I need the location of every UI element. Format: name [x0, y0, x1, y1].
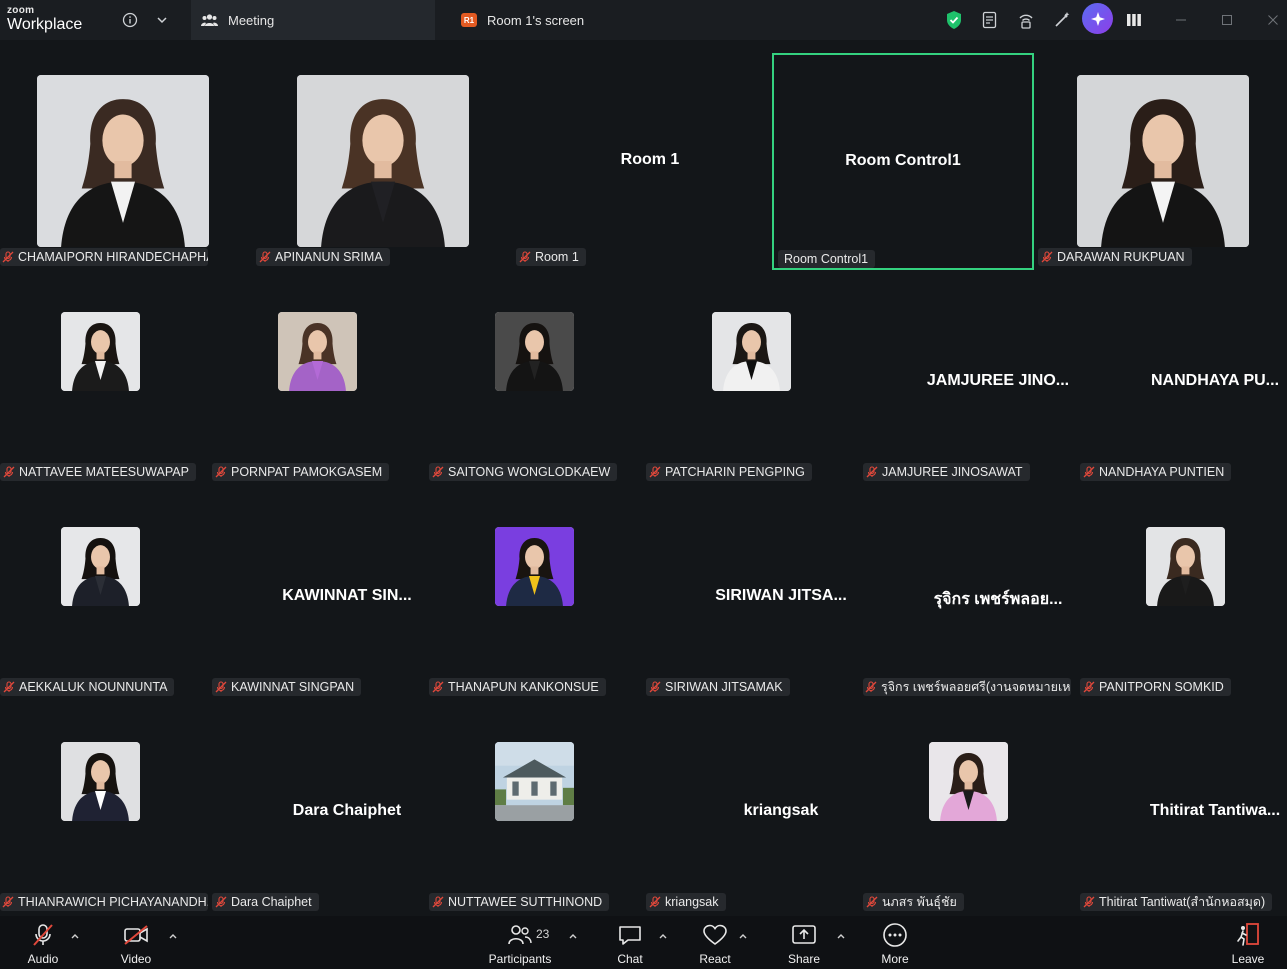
name-tag: kriangsak	[646, 893, 726, 911]
name-tag: Thitirat Tantiwat(สำนักหอสมุด)	[1080, 893, 1273, 911]
heart-icon	[700, 920, 730, 950]
brand-bottom: Workplace	[7, 16, 83, 33]
video-button[interactable]: Video	[116, 916, 156, 969]
muted-mic-icon	[1082, 896, 1095, 909]
more-button[interactable]: More	[877, 916, 913, 969]
view-layout-icon[interactable]	[1123, 9, 1145, 31]
share-button[interactable]: Share	[784, 916, 824, 969]
chat-options-caret-icon[interactable]	[657, 930, 669, 942]
meeting-controls-toolbar: Audio Video Participants 23 Chat React S…	[0, 916, 1287, 969]
share-options-caret-icon[interactable]	[835, 930, 847, 942]
more-label: More	[881, 952, 909, 966]
name-tag: NUTTAWEE SUTTHINOND	[429, 893, 610, 911]
chat-icon	[615, 920, 645, 950]
audio-button[interactable]: Audio	[22, 916, 64, 969]
zoom-meeting-window: zoom Workplace Meeting R1 Room 1's scree…	[0, 0, 1287, 969]
participants-icon	[201, 13, 218, 27]
participant-photo	[712, 312, 791, 391]
participant-photo	[297, 75, 469, 247]
video-grid: CHAMAIPORN HIRANDECHAPHAT APINANUN SRIMA R…	[0, 40, 1287, 916]
muted-mic-icon	[431, 896, 444, 909]
participant-display-name: Thitirat Tantiwa...	[1149, 802, 1281, 819]
audio-options-caret-icon[interactable]	[69, 930, 81, 942]
edit-magic-icon[interactable]	[1051, 9, 1073, 31]
share-label: Share	[787, 952, 821, 966]
participant-name: kriangsak	[665, 895, 719, 909]
chat-button[interactable]: Chat	[612, 916, 648, 969]
participant-photo	[61, 742, 140, 821]
leave-button[interactable]: Leave	[1228, 916, 1268, 969]
participants-label: Participants	[488, 952, 552, 966]
video-off-icon	[121, 920, 151, 950]
brand-top: zoom	[7, 5, 35, 16]
participant-tile[interactable]: Room 1 Room 1	[516, 40, 780, 266]
muted-mic-icon	[648, 896, 661, 909]
tab-room-1-screen-label: Room 1's screen	[487, 12, 585, 28]
participant-photo	[495, 527, 574, 606]
shield-icon[interactable]	[943, 9, 965, 31]
participant-name: NUTTAWEE SUTTHINOND	[448, 895, 603, 909]
participant-photo	[929, 742, 1008, 821]
tab-meeting[interactable]: Meeting	[191, 0, 435, 40]
participants-button[interactable]: Participants	[486, 916, 554, 969]
video-options-caret-icon[interactable]	[167, 930, 179, 942]
react-options-caret-icon[interactable]	[737, 930, 749, 942]
participant-photo	[37, 75, 209, 247]
room-badge: R1	[461, 13, 477, 27]
participant-name: นภสร พันธุ์ชัย	[882, 895, 957, 909]
react-label: React	[699, 952, 731, 966]
share-screen-icon	[789, 920, 819, 950]
ai-companion-icon[interactable]	[1082, 3, 1113, 34]
participant-tile[interactable]: DARAWAN RUKPUAN	[1038, 40, 1287, 266]
participant-tile[interactable]: NANDHAYA PU... NANDHAYA PUNTIEN	[1080, 255, 1287, 481]
connection-icon[interactable]	[1015, 9, 1037, 31]
participant-tile[interactable]: Thitirat Tantiwa... Thitirat Tantiwat(สำน…	[1080, 685, 1287, 911]
participants-options-caret-icon[interactable]	[567, 930, 579, 942]
react-button[interactable]: React	[694, 916, 736, 969]
name-tag: Dara Chaiphet	[212, 893, 319, 911]
participant-tile[interactable]: CHAMAIPORN HIRANDECHAPHAT	[0, 40, 260, 266]
minimize-icon[interactable]	[1171, 10, 1191, 30]
participant-display-name: Room 1	[620, 151, 680, 168]
maximize-icon[interactable]	[1217, 10, 1237, 30]
tab-meeting-label: Meeting	[228, 12, 275, 28]
zoom-workplace-logo: zoom Workplace	[7, 6, 82, 33]
participant-name: Dara Chaiphet	[231, 895, 312, 909]
participant-photo	[61, 527, 140, 606]
leave-label: Leave	[1231, 952, 1265, 966]
close-icon[interactable]	[1263, 10, 1283, 30]
leave-door-icon	[1233, 920, 1263, 950]
tab-room-1-screen[interactable]: R1 Room 1's screen	[452, 0, 584, 40]
name-tag: นภสร พันธุ์ชัย	[863, 893, 964, 911]
participant-tile[interactable]: Room Control1 Room Control1	[772, 53, 1034, 270]
participant-photo	[1146, 527, 1225, 606]
participant-photo	[278, 312, 357, 391]
chevron-down-icon[interactable]	[151, 9, 173, 31]
participant-count: 23	[536, 927, 550, 941]
participants-icon	[505, 920, 535, 950]
muted-mic-icon	[865, 896, 878, 909]
info-icon[interactable]	[119, 9, 141, 31]
title-bar: zoom Workplace Meeting R1 Room 1's scree…	[0, 0, 1287, 40]
participant-photo	[495, 312, 574, 391]
name-tag: THIANRAWICH PICHAYANANDH...	[0, 893, 208, 911]
muted-mic-icon	[214, 896, 227, 909]
participant-photo	[1077, 75, 1249, 247]
chat-label: Chat	[617, 952, 643, 966]
muted-microphone-icon	[28, 920, 58, 950]
building-photo	[495, 742, 574, 821]
more-icon	[880, 920, 910, 950]
participant-name: THIANRAWICH PICHAYANANDH...	[18, 895, 208, 909]
muted-mic-icon	[2, 896, 14, 909]
participant-display-name: Room Control1	[845, 152, 961, 169]
participant-photo	[61, 312, 140, 391]
notes-icon[interactable]	[979, 9, 1001, 31]
participant-tile[interactable]: APINANUN SRIMA	[256, 40, 520, 266]
video-label: Video	[120, 952, 152, 966]
participant-tile[interactable]: PANITPORN SOMKID	[1080, 470, 1287, 696]
audio-label: Audio	[27, 952, 59, 966]
participant-name: Thitirat Tantiwat(สำนักหอสมุด)	[1099, 895, 1266, 909]
participant-display-name: NANDHAYA PU...	[1150, 372, 1280, 389]
